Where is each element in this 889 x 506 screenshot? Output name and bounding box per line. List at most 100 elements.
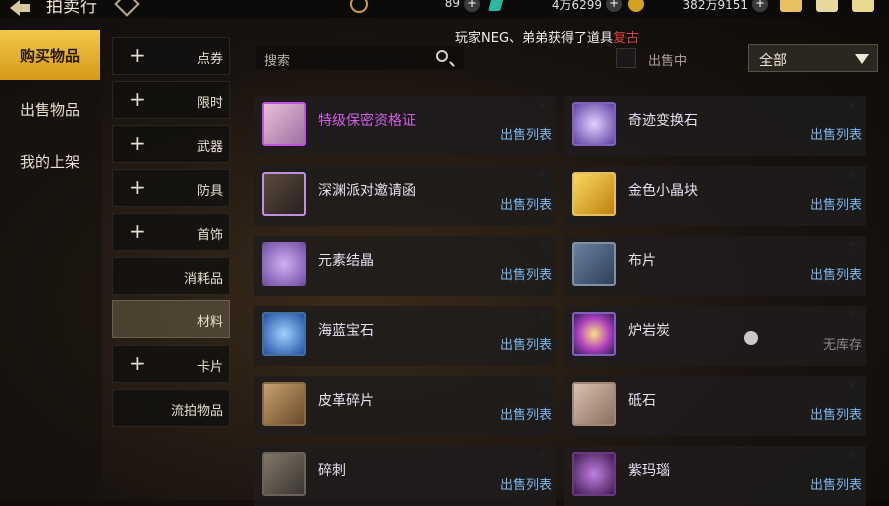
- star-icon[interactable]: ★: [846, 448, 858, 463]
- item-status[interactable]: 出售列表: [500, 264, 552, 283]
- nav-my-listings[interactable]: 我的上架: [0, 136, 100, 186]
- nav-buy-items[interactable]: 购买物品: [0, 30, 100, 80]
- item-status[interactable]: 出售列表: [500, 404, 552, 423]
- star-icon[interactable]: ★: [536, 448, 548, 463]
- star-icon[interactable]: ★: [846, 238, 858, 253]
- item-name: 碎刺: [318, 463, 346, 479]
- item-name: 深渊派对邀请函: [318, 183, 416, 199]
- currency-2-value: 4万6299: [551, 0, 602, 12]
- category-weapons[interactable]: + 武器: [112, 125, 230, 163]
- search-placeholder: 搜索: [264, 54, 291, 69]
- item-status[interactable]: 出售列表: [500, 124, 552, 143]
- expand-icon: +: [129, 131, 146, 155]
- aquamarine-icon: [262, 312, 306, 356]
- search-icon[interactable]: [436, 50, 448, 62]
- category-label: 消耗品: [183, 272, 223, 287]
- filter-select[interactable]: 全部: [748, 44, 878, 72]
- star-icon[interactable]: ★: [536, 378, 548, 393]
- expand-icon: +: [129, 43, 146, 67]
- item-status[interactable]: 出售列表: [500, 194, 552, 213]
- item-card[interactable]: 紫玛瑙 ★ 出售列表: [564, 446, 866, 506]
- item-name: 布片: [628, 253, 656, 269]
- star-icon[interactable]: ★: [536, 238, 548, 253]
- clearance-certificate-icon: [262, 102, 306, 146]
- currency-3-value: 382万9151: [682, 0, 748, 12]
- notice-text: 玩家NEG、弟弟获得了道具: [455, 31, 614, 46]
- item-card[interactable]: 深渊派对邀请函 ★ 出售列表: [254, 166, 556, 226]
- star-icon[interactable]: ★: [846, 168, 858, 183]
- star-icon[interactable]: ★: [846, 98, 858, 113]
- item-card[interactable]: 碎刺 ★ 出售列表: [254, 446, 556, 506]
- thorn-fragment-icon: [262, 452, 306, 496]
- star-icon[interactable]: ★: [846, 308, 858, 323]
- item-card[interactable]: 金色小晶块 ★ 出售列表: [564, 166, 866, 226]
- cloth-icon: [572, 242, 616, 286]
- star-icon[interactable]: ★: [536, 168, 548, 183]
- miracle-stone-icon: [572, 102, 616, 146]
- item-card[interactable]: 元素结晶 ★ 出售列表: [254, 236, 556, 296]
- item-card[interactable]: 布片 ★ 出售列表: [564, 236, 866, 296]
- star-icon[interactable]: ★: [846, 378, 858, 393]
- currency-1-value: 89: [444, 0, 460, 10]
- mail-icon[interactable]: [816, 0, 838, 12]
- category-points[interactable]: + 点券: [112, 37, 230, 75]
- box-icon[interactable]: [780, 0, 802, 12]
- category-label: 武器: [196, 140, 223, 155]
- category-limited[interactable]: + 限时: [112, 81, 230, 119]
- item-status[interactable]: 出售列表: [500, 334, 552, 353]
- nav-sell-items[interactable]: 出售物品: [0, 84, 100, 134]
- category-label: 卡片: [196, 360, 223, 375]
- item-card[interactable]: 砥石 ★ 出售列表: [564, 376, 866, 436]
- item-status[interactable]: 出售列表: [810, 264, 862, 283]
- item-card[interactable]: 炉岩炭 ★ 无库存: [564, 306, 866, 366]
- category-label: 限时: [196, 96, 223, 111]
- chat-icon[interactable]: [852, 0, 874, 12]
- item-name: 元素结晶: [318, 253, 374, 269]
- star-icon[interactable]: ★: [536, 308, 548, 323]
- on-sale-checkbox[interactable]: [616, 48, 636, 68]
- expand-icon: +: [129, 87, 146, 111]
- touch-cursor: [744, 331, 758, 345]
- page-title: 拍卖行: [46, 0, 97, 17]
- item-card[interactable]: 海蓝宝石 ★ 出售列表: [254, 306, 556, 366]
- category-label: 防具: [196, 184, 223, 199]
- category-jewelry[interactable]: + 首饰: [112, 213, 230, 251]
- expand-icon: +: [129, 175, 146, 199]
- filter-selected-value: 全部: [759, 53, 787, 69]
- category-consumables[interactable]: 消耗品: [112, 257, 230, 295]
- item-name: 紫玛瑙: [628, 463, 670, 479]
- item-name: 海蓝宝石: [318, 323, 374, 339]
- item-status: 无库存: [822, 338, 862, 353]
- back-arrow-icon[interactable]: [6, 0, 34, 16]
- category-armor[interactable]: + 防具: [112, 169, 230, 207]
- item-status[interactable]: 出售列表: [810, 124, 862, 143]
- item-card[interactable]: 皮革碎片 ★ 出售列表: [254, 376, 556, 436]
- category-label: 点券: [196, 52, 223, 67]
- category-label: 首饰: [196, 228, 223, 243]
- gold-crystal-icon: [572, 172, 616, 216]
- item-status[interactable]: 出售列表: [810, 194, 862, 213]
- category-label: 材料: [196, 315, 223, 330]
- item-card[interactable]: 奇迹变换石 ★ 出售列表: [564, 96, 866, 156]
- item-name: 特级保密资格证: [318, 113, 416, 129]
- item-name: 奇迹变换石: [628, 113, 698, 129]
- item-status[interactable]: 出售列表: [500, 474, 552, 493]
- category-unsold[interactable]: 流拍物品: [112, 389, 230, 427]
- item-status[interactable]: 出售列表: [810, 404, 862, 423]
- magma-coal-icon: [572, 312, 616, 356]
- category-materials[interactable]: 材料: [112, 300, 230, 338]
- star-icon[interactable]: ★: [536, 98, 548, 113]
- system-notice: 玩家NEG、弟弟获得了道具复古: [455, 27, 639, 46]
- item-name: 金色小晶块: [628, 183, 698, 199]
- on-sale-label: 出售中: [648, 54, 688, 69]
- item-name: 炉岩炭: [628, 323, 670, 339]
- expand-icon: +: [129, 351, 146, 375]
- item-status[interactable]: 出售列表: [810, 474, 862, 493]
- category-cards[interactable]: + 卡片: [112, 345, 230, 383]
- search-input[interactable]: 搜索: [256, 46, 464, 70]
- item-name: 砥石: [628, 393, 656, 409]
- category-label: 流拍物品: [170, 404, 223, 419]
- item-card[interactable]: 特级保密资格证 ★ 出售列表: [254, 96, 556, 156]
- abyss-invitation-icon: [262, 172, 306, 216]
- leather-fragment-icon: [262, 382, 306, 426]
